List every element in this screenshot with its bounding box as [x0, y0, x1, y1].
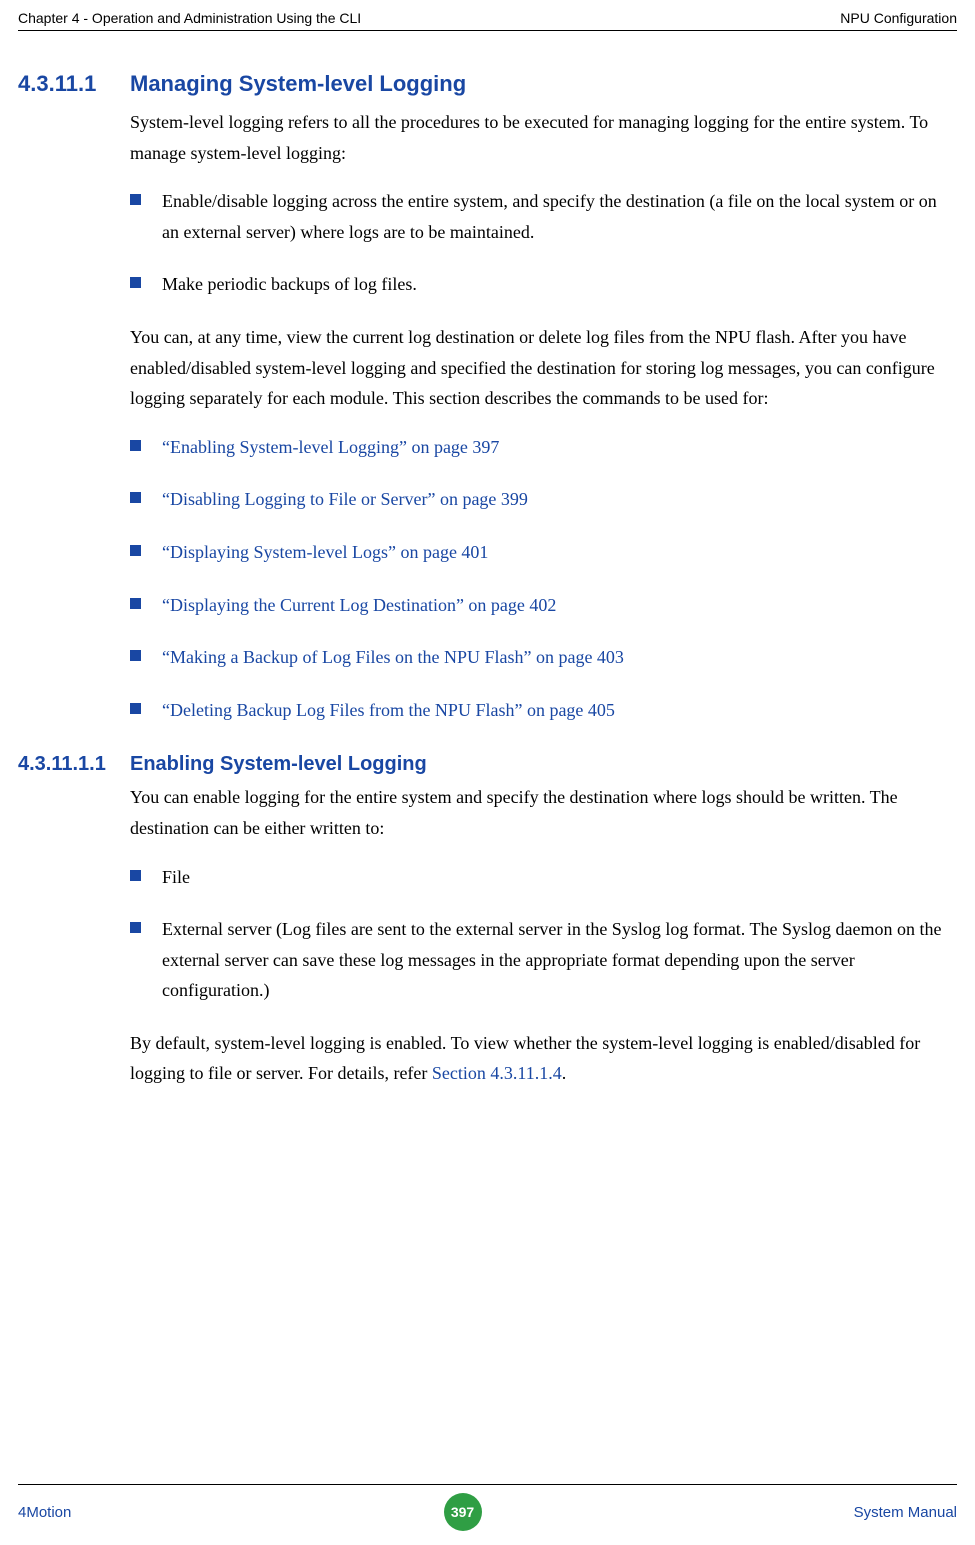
step-list: Enable/disable logging across the entire… — [130, 186, 957, 300]
subsection-title: Enabling System-level Logging — [130, 753, 427, 776]
cross-reference-link[interactable]: “Disabling Logging to File or Server” on… — [162, 489, 528, 509]
section-number: 4.3.11.1 — [18, 71, 130, 97]
list-item: “Deleting Backup Log Files from the NPU … — [130, 695, 957, 726]
header-left: Chapter 4 - Operation and Administration… — [18, 10, 361, 26]
footer-left: 4Motion — [18, 1504, 71, 1521]
cross-reference-link[interactable]: “Displaying the Current Log Destination”… — [162, 595, 556, 615]
list-item: File — [130, 862, 957, 893]
subsection-heading: 4.3.11.1.1 Enabling System-level Logging — [18, 753, 957, 776]
list-item: Make periodic backups of log files. — [130, 269, 957, 300]
list-item: “Enabling System-level Logging” on page … — [130, 432, 957, 463]
footer-row: 4Motion 397 System Manual — [18, 1493, 957, 1531]
intro-paragraph: You can enable logging for the entire sy… — [130, 782, 957, 843]
destination-list: File External server (Log files are sent… — [130, 862, 957, 1006]
paragraph-text: . — [562, 1063, 567, 1083]
header-right: NPU Configuration — [840, 10, 957, 26]
list-item: Enable/disable logging across the entire… — [130, 186, 957, 247]
list-item: “Displaying System-level Logs” on page 4… — [130, 537, 957, 568]
section-body: System-level logging refers to all the p… — [130, 107, 957, 725]
section-heading: 4.3.11.1 Managing System-level Logging — [18, 71, 957, 97]
page-header: Chapter 4 - Operation and Administration… — [0, 0, 975, 26]
cross-reference-link[interactable]: “Making a Backup of Log Files on the NPU… — [162, 647, 624, 667]
list-item: External server (Log files are sent to t… — [130, 914, 957, 1006]
page-content: 4.3.11.1 Managing System-level Logging S… — [0, 31, 975, 1089]
section-title: Managing System-level Logging — [130, 71, 466, 97]
intro-paragraph: System-level logging refers to all the p… — [130, 107, 957, 168]
cross-reference-link[interactable]: “Enabling System-level Logging” on page … — [162, 437, 499, 457]
footer-right: System Manual — [854, 1504, 957, 1521]
cross-reference-link[interactable]: “Deleting Backup Log Files from the NPU … — [162, 700, 615, 720]
list-item: “Making a Backup of Log Files on the NPU… — [130, 642, 957, 673]
body-paragraph: By default, system-level logging is enab… — [130, 1028, 957, 1089]
list-item: “Displaying the Current Log Destination”… — [130, 590, 957, 621]
cross-reference-link[interactable]: Section 4.3.11.1.4 — [432, 1063, 562, 1083]
list-item: “Disabling Logging to File or Server” on… — [130, 484, 957, 515]
subsection-body: You can enable logging for the entire sy… — [130, 782, 957, 1089]
subsection-number: 4.3.11.1.1 — [18, 753, 130, 776]
body-paragraph: You can, at any time, view the current l… — [130, 322, 957, 414]
cross-reference-link[interactable]: “Displaying System-level Logs” on page 4… — [162, 542, 488, 562]
link-list: “Enabling System-level Logging” on page … — [130, 432, 957, 726]
page-number-badge: 397 — [444, 1493, 482, 1531]
footer-rule — [18, 1484, 957, 1485]
page-footer: 4Motion 397 System Manual — [0, 1484, 975, 1531]
